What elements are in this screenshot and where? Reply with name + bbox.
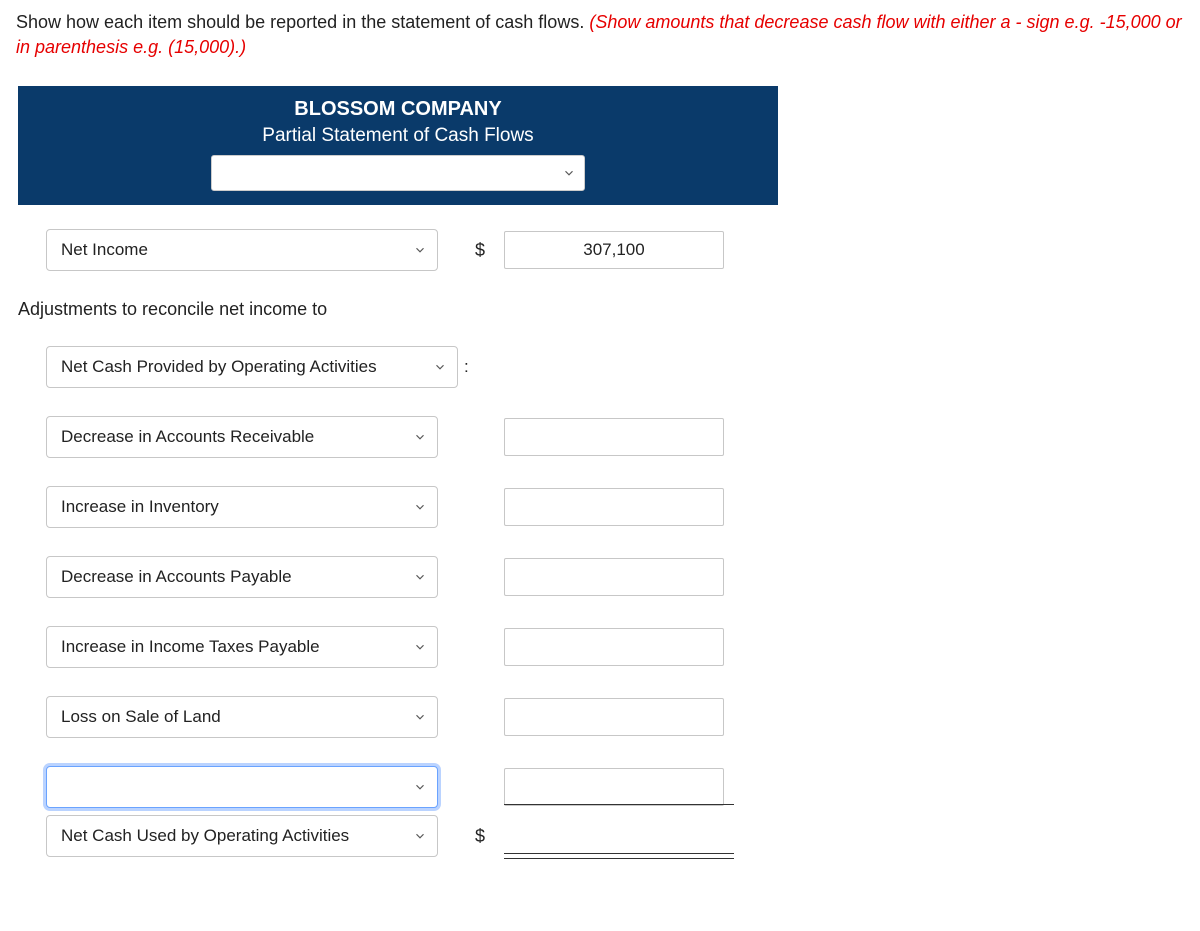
select-label: Increase in Income Taxes Payable <box>61 637 320 657</box>
input-loss[interactable] <box>504 698 724 736</box>
instructions: Show how each item should be reported in… <box>16 10 1184 60</box>
value: 307,100 <box>583 240 644 260</box>
row-net-cash-used: Net Cash Used by Operating Activities $ <box>18 815 778 857</box>
select-inv[interactable]: Increase in Inventory <box>46 486 438 528</box>
select-label: Loss on Sale of Land <box>61 707 221 727</box>
chevron-down-icon <box>413 780 427 794</box>
input-net-income[interactable]: 307,100 <box>504 231 724 269</box>
chevron-down-icon <box>562 166 576 180</box>
select-label: Decrease in Accounts Receivable <box>61 427 314 447</box>
row-ar: Decrease in Accounts Receivable <box>18 416 778 458</box>
select-blank[interactable] <box>46 766 438 808</box>
select-label: Net Cash Provided by Operating Activitie… <box>61 357 377 377</box>
chevron-down-icon <box>413 430 427 444</box>
select-net-income[interactable]: Net Income <box>46 229 438 271</box>
select-label: Net Income <box>61 240 148 260</box>
row-blank <box>18 766 778 808</box>
chevron-down-icon <box>413 710 427 724</box>
input-blank[interactable] <box>504 768 724 806</box>
select-net-cash-provided[interactable]: Net Cash Provided by Operating Activitie… <box>46 346 458 388</box>
chevron-down-icon <box>413 500 427 514</box>
row-inv: Increase in Inventory <box>18 486 778 528</box>
currency-symbol: $ <box>468 240 492 261</box>
chevron-down-icon <box>413 243 427 257</box>
select-label: Increase in Inventory <box>61 497 219 517</box>
statement-panel: BLOSSOM COMPANY Partial Statement of Cas… <box>18 86 778 859</box>
row-net-income: Net Income $ 307,100 <box>18 229 778 271</box>
row-net-cash-provided: Net Cash Provided by Operating Activitie… <box>18 346 778 388</box>
row-ap: Decrease in Accounts Payable <box>18 556 778 598</box>
select-ap[interactable]: Decrease in Accounts Payable <box>46 556 438 598</box>
currency-symbol: $ <box>468 826 492 847</box>
select-tax[interactable]: Increase in Income Taxes Payable <box>46 626 438 668</box>
select-label: Net Cash Used by Operating Activities <box>61 826 349 846</box>
chevron-down-icon <box>413 829 427 843</box>
select-ar[interactable]: Decrease in Accounts Receivable <box>46 416 438 458</box>
row-tax: Increase in Income Taxes Payable <box>18 626 778 668</box>
input-ap[interactable] <box>504 558 724 596</box>
select-net-cash-used[interactable]: Net Cash Used by Operating Activities <box>46 815 438 857</box>
input-ar[interactable] <box>504 418 724 456</box>
select-loss[interactable]: Loss on Sale of Land <box>46 696 438 738</box>
statement-rows: Net Income $ 307,100 Adjustments to reco… <box>18 205 778 859</box>
period-select[interactable] <box>211 155 585 191</box>
company-name: BLOSSOM COMPANY <box>18 98 778 121</box>
input-tax[interactable] <box>504 628 724 666</box>
instructions-text: Show how each item should be reported in… <box>16 12 589 32</box>
input-net-cash-used[interactable] <box>504 817 724 855</box>
chevron-down-icon <box>413 570 427 584</box>
chevron-down-icon <box>413 640 427 654</box>
chevron-down-icon <box>433 360 447 374</box>
statement-title: Partial Statement of Cash Flows <box>18 125 778 147</box>
adjustments-label: Adjustments to reconcile net income to <box>18 299 327 320</box>
colon: : <box>464 357 469 377</box>
select-label: Decrease in Accounts Payable <box>61 567 292 587</box>
statement-header: BLOSSOM COMPANY Partial Statement of Cas… <box>18 86 778 205</box>
row-adjustments-label: Adjustments to reconcile net income to <box>18 299 778 320</box>
input-inv[interactable] <box>504 488 724 526</box>
row-loss: Loss on Sale of Land <box>18 696 778 738</box>
